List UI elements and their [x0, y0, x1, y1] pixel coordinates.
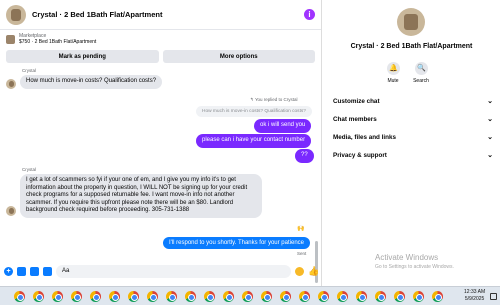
watermark-subtitle: Go to Settings to activate Windows.: [375, 264, 454, 270]
row-label: Media, files and links: [333, 133, 396, 141]
more-options-button[interactable]: More options: [162, 50, 315, 63]
incoming-message[interactable]: How much is move-in costs? Qualification…: [20, 75, 163, 89]
messenger-window: Crystal · 2 Bed 1Bath Flat/Apartment i M…: [0, 0, 500, 305]
chrome-icon[interactable]: [14, 291, 25, 302]
listing-thumbnail: [6, 34, 15, 44]
chrome-icon[interactable]: [128, 291, 139, 302]
chrome-icon[interactable]: [223, 291, 234, 302]
image-icon[interactable]: [17, 266, 26, 276]
sender-name: Crystal: [22, 167, 37, 172]
chrome-icon[interactable]: [280, 291, 291, 302]
incoming-message-long[interactable]: I get a lot of scammers so fyi if your o…: [20, 174, 262, 218]
bell-icon[interactable]: 🔔: [387, 62, 400, 75]
clock-date: 5/9/2025: [464, 296, 485, 302]
reply-indicator: ↰ You replied to Crystal: [250, 97, 298, 103]
chrome-icon[interactable]: [109, 291, 120, 302]
outgoing-message[interactable]: ok i will send you: [254, 119, 312, 133]
chrome-icon[interactable]: [242, 291, 253, 302]
watermark-title: Activate Windows: [375, 253, 439, 262]
sticker-icon[interactable]: [30, 266, 39, 276]
chat-header: Crystal · 2 Bed 1Bath Flat/Apartment i: [0, 0, 321, 30]
privacy-support-row[interactable]: Privacy & support ⌄: [333, 151, 493, 160]
outgoing-auto-reply[interactable]: I'll respond to you shortly. Thanks for …: [163, 237, 310, 249]
chrome-icon[interactable]: [318, 291, 329, 302]
chrome-icon[interactable]: [33, 291, 44, 302]
emoji-icon[interactable]: [295, 266, 304, 276]
reply-note: You replied to Crystal: [254, 97, 298, 102]
chrome-icon[interactable]: [166, 291, 177, 302]
sender-name: Crystal: [22, 68, 37, 73]
reaction-icon[interactable]: 🙌: [297, 225, 304, 232]
mute-label[interactable]: Mute: [378, 78, 408, 84]
media-files-links-row[interactable]: Media, files and links ⌄: [333, 133, 493, 142]
message-input[interactable]: Aa: [56, 264, 291, 278]
like-icon[interactable]: 👍: [308, 266, 319, 276]
chat-members-row[interactable]: Chat members ⌄: [333, 115, 493, 124]
chat-title[interactable]: Crystal · 2 Bed 1Bath Flat/Apartment: [32, 10, 304, 19]
outgoing-message[interactable]: ??: [295, 149, 314, 163]
row-label: Privacy & support: [333, 151, 387, 159]
notification-icon[interactable]: [490, 293, 497, 300]
row-label: Chat members: [333, 115, 377, 123]
customize-chat-row[interactable]: Customize chat ⌄: [333, 97, 493, 106]
chrome-icon[interactable]: [375, 291, 386, 302]
search-icon[interactable]: 🔍: [415, 62, 428, 75]
chrome-icon[interactable]: [71, 291, 82, 302]
chevron-down-icon: ⌄: [487, 134, 493, 141]
chrome-icon[interactable]: [413, 291, 424, 302]
sender-avatar: [6, 206, 16, 216]
sender-avatar: [6, 79, 16, 89]
windows-taskbar: 12:33 AM 5/9/2025: [0, 286, 500, 305]
panel-title: Crystal · 2 Bed 1Bath Flat/Apartment: [350, 43, 473, 50]
message-line: scammer. If you require this upfront ple…: [26, 199, 234, 206]
mark-as-pending-button[interactable]: Mark as pending: [6, 50, 159, 63]
chrome-icon[interactable]: [432, 291, 443, 302]
chrome-icon[interactable]: [337, 291, 348, 302]
activate-windows-watermark: Activate Windows Go to Settings to activ…: [375, 253, 454, 270]
add-icon[interactable]: +: [4, 266, 13, 276]
contact-avatar-large: [397, 8, 425, 36]
chrome-icon[interactable]: [299, 291, 310, 302]
chrome-icon[interactable]: [356, 291, 367, 302]
outgoing-message[interactable]: please can i have your contact number: [196, 134, 312, 148]
conversation-info-panel: Crystal · 2 Bed 1Bath Flat/Apartment 🔔 M…: [323, 0, 500, 286]
message-list: Crystal How much is move-in costs? Quali…: [0, 66, 318, 283]
chrome-icon[interactable]: [90, 291, 101, 302]
gif-icon[interactable]: [43, 266, 52, 276]
chrome-icon[interactable]: [394, 291, 405, 302]
row-label: Customize chat: [333, 97, 380, 105]
search-label[interactable]: Search: [406, 78, 436, 84]
sent-status: Sent: [297, 251, 307, 256]
listing-summary-text: $750 · 2 Bed 1Bath Flat/Apartment: [19, 39, 97, 45]
chrome-icon[interactable]: [52, 291, 63, 302]
contact-avatar[interactable]: [6, 4, 26, 25]
message-line: background check required before proceed…: [26, 207, 190, 213]
chevron-down-icon: ⌄: [487, 152, 493, 159]
message-line: I get a lot of scammers so fyi if your o…: [26, 177, 236, 183]
quoted-message[interactable]: How much is move-in costs? Qualification…: [196, 106, 312, 117]
message-line: check programs for a supposed returnable…: [26, 192, 235, 198]
composer: + Aa 👍: [0, 260, 322, 282]
chrome-icon[interactable]: [261, 291, 272, 302]
clock-time: 12:33 AM: [464, 289, 486, 295]
chrome-icon[interactable]: [204, 291, 215, 302]
chrome-icon[interactable]: [147, 291, 158, 302]
chat-pane: Crystal · 2 Bed 1Bath Flat/Apartment i M…: [0, 0, 322, 286]
chevron-down-icon: ⌄: [487, 98, 493, 105]
message-line: information about the property in questi…: [26, 184, 248, 191]
listing-actions: Mark as pending More options: [0, 50, 321, 63]
info-icon[interactable]: i: [304, 9, 315, 20]
chevron-down-icon: ⌄: [487, 116, 493, 123]
chrome-icon[interactable]: [185, 291, 196, 302]
listing-summary[interactable]: Marketplace $750 · 2 Bed 1Bath Flat/Apar…: [0, 30, 321, 48]
system-clock[interactable]: 12:33 AM 5/9/2025: [464, 289, 485, 303]
